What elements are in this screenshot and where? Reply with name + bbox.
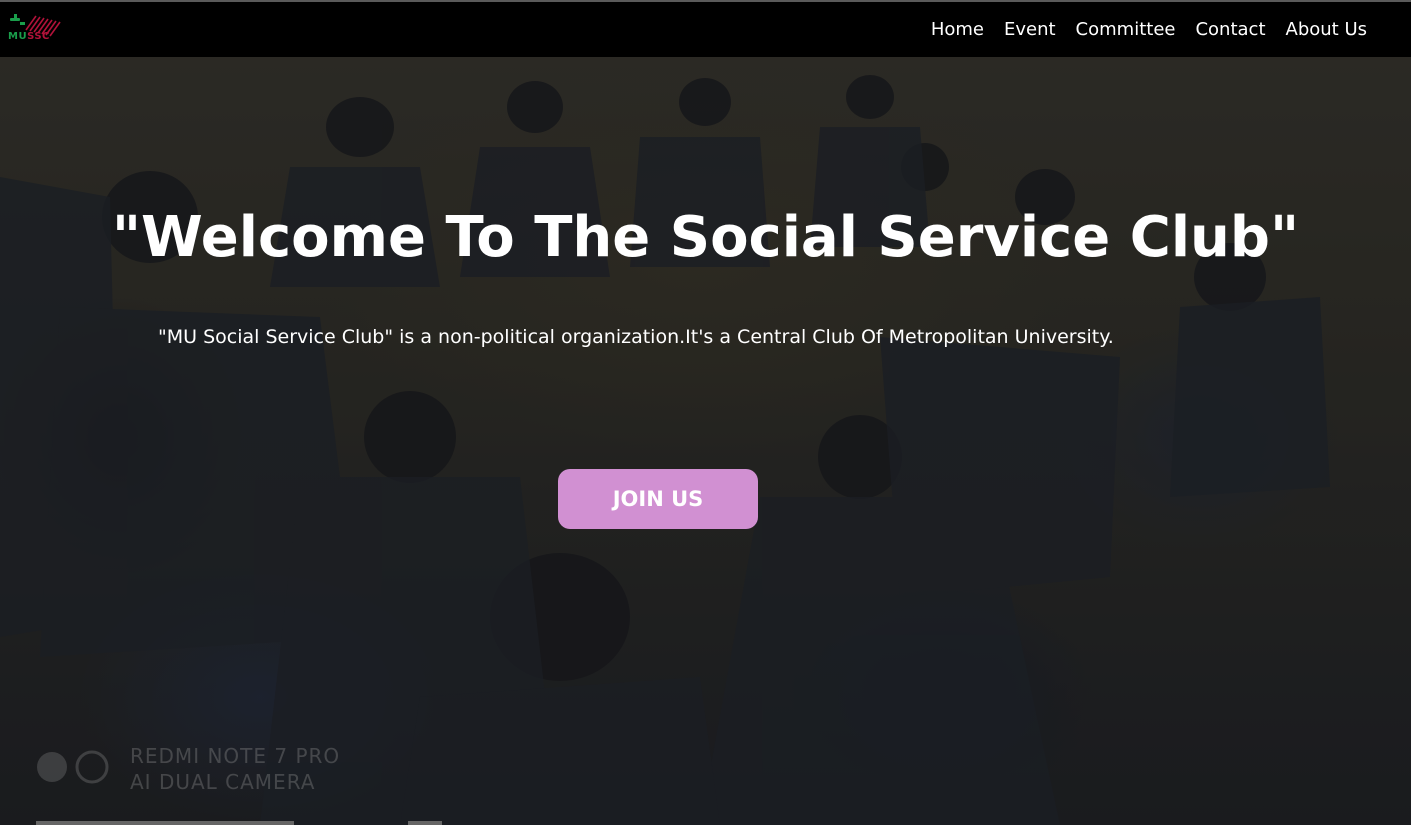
hero-section: REDMI NOTE 7 PRO AI DUAL CAMERA "Welcome… — [0, 57, 1411, 825]
logo-mu: MU — [8, 31, 28, 42]
hero-title: "Welcome To The Social Service Club" — [111, 205, 1300, 270]
logo-ssc: SSC — [27, 31, 50, 42]
watermark-line-2: AI DUAL CAMERA — [130, 770, 316, 794]
nav-links: Home Event Committee Contact About Us — [931, 2, 1367, 57]
nav-home[interactable]: Home — [931, 19, 984, 40]
navbar: MUSSC Home Event Committee Contact About… — [0, 2, 1411, 57]
club-logo[interactable]: MUSSC — [6, 14, 74, 46]
camera-watermark-text: REDMI NOTE 7 PRO AI DUAL CAMERA — [130, 743, 340, 795]
camera-watermark-icon — [37, 750, 109, 784]
nav-about-us[interactable]: About Us — [1286, 19, 1368, 40]
horizontal-scrollbar-thumb[interactable] — [36, 821, 294, 825]
nav-contact[interactable]: Contact — [1195, 19, 1265, 40]
horizontal-scrollbar-segment[interactable] — [408, 821, 442, 825]
hero-dark-overlay — [0, 57, 1411, 825]
hero-subtitle: "MU Social Service Club" is a non-politi… — [158, 326, 1114, 348]
nav-event[interactable]: Event — [1004, 19, 1056, 40]
join-us-button[interactable]: JOIN US — [558, 469, 758, 529]
watermark-line-1: REDMI NOTE 7 PRO — [130, 744, 341, 768]
nav-committee[interactable]: Committee — [1076, 19, 1176, 40]
logo-text: MUSSC — [8, 31, 50, 42]
